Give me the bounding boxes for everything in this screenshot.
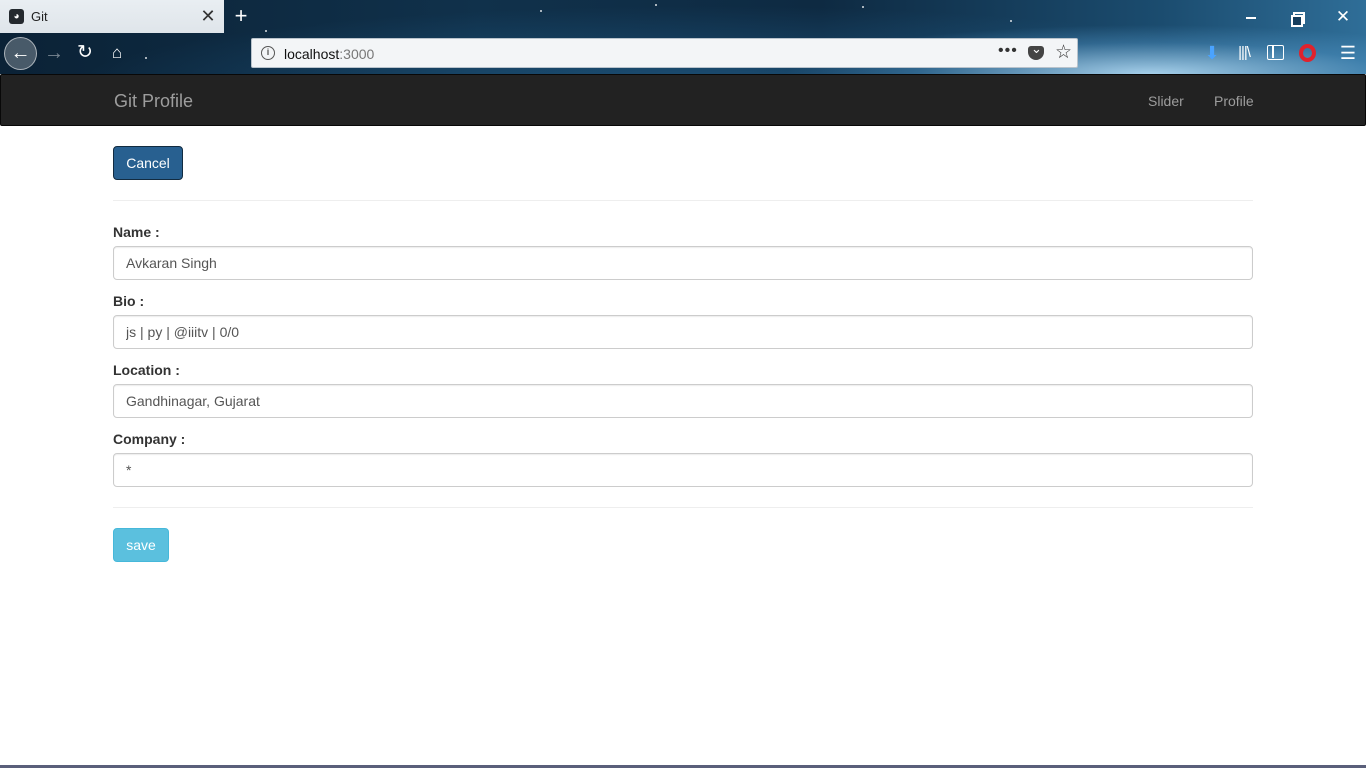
divider bbox=[113, 507, 1253, 508]
browser-tab[interactable]: ◕ Git ✕ bbox=[0, 0, 224, 33]
name-label: Name : bbox=[113, 224, 160, 240]
download-icon[interactable]: ⬇ bbox=[1201, 41, 1223, 65]
save-button[interactable]: save bbox=[113, 528, 169, 562]
location-input[interactable] bbox=[113, 384, 1253, 418]
back-button[interactable]: ← bbox=[4, 37, 37, 70]
reload-button[interactable]: ↻ bbox=[74, 41, 96, 65]
nav-link-profile[interactable]: Profile bbox=[1214, 93, 1254, 109]
brand-link[interactable]: Git Profile bbox=[114, 91, 193, 112]
background-star bbox=[265, 30, 267, 32]
star-icon[interactable]: ☆ bbox=[1055, 41, 1072, 64]
bio-input[interactable] bbox=[113, 315, 1253, 349]
info-icon[interactable]: i bbox=[261, 46, 275, 60]
divider bbox=[113, 200, 1253, 201]
bio-label: Bio : bbox=[113, 293, 145, 309]
close-window-button[interactable]: ✕ bbox=[1328, 6, 1358, 28]
url-host: localhost bbox=[284, 46, 340, 62]
background-star bbox=[862, 6, 864, 8]
app-navbar: Git Profile Slider Profile bbox=[0, 74, 1366, 126]
cancel-button[interactable]: Cancel bbox=[113, 146, 183, 180]
company-label: Company : bbox=[113, 431, 186, 447]
hamburger-menu-icon[interactable]: ☰ bbox=[1337, 41, 1359, 65]
home-button[interactable]: ⌂ bbox=[106, 41, 128, 65]
home-icon: ⌂ bbox=[111, 43, 123, 62]
browser-chrome: ◕ Git ✕ + ✕ ← → ↻ ⌂ i localhost:3000 •••… bbox=[0, 0, 1366, 74]
opera-icon[interactable] bbox=[1299, 44, 1316, 62]
background-star bbox=[655, 4, 657, 6]
back-arrow-icon: ← bbox=[10, 42, 31, 64]
company-input[interactable] bbox=[113, 453, 1253, 487]
tab-title: Git bbox=[31, 9, 48, 24]
background-star bbox=[1010, 20, 1012, 22]
page-actions-button[interactable]: ••• bbox=[998, 42, 1018, 60]
nav-link-slider[interactable]: Slider bbox=[1148, 93, 1184, 109]
address-bar[interactable]: i localhost:3000 ••• ☆ bbox=[251, 38, 1078, 68]
url-port: :3000 bbox=[339, 46, 375, 62]
background-star bbox=[540, 10, 542, 12]
github-icon: ◕ bbox=[9, 9, 24, 24]
new-tab-button[interactable]: + bbox=[230, 5, 252, 27]
location-label: Location : bbox=[113, 362, 180, 378]
forward-arrow-icon: → bbox=[44, 42, 64, 64]
minimize-window-button[interactable] bbox=[1236, 6, 1266, 28]
library-icon[interactable]: |||\ bbox=[1233, 41, 1255, 65]
pocket-icon[interactable] bbox=[1028, 41, 1044, 60]
url-text[interactable]: localhost:3000 bbox=[284, 46, 374, 62]
sidebar-icon[interactable] bbox=[1267, 45, 1284, 60]
reload-icon: ↻ bbox=[77, 42, 93, 63]
restore-window-button[interactable] bbox=[1282, 6, 1312, 28]
close-tab-icon[interactable]: ✕ bbox=[199, 6, 217, 26]
background-star bbox=[145, 57, 147, 59]
name-input[interactable] bbox=[113, 246, 1253, 280]
forward-button[interactable]: → bbox=[43, 41, 65, 65]
